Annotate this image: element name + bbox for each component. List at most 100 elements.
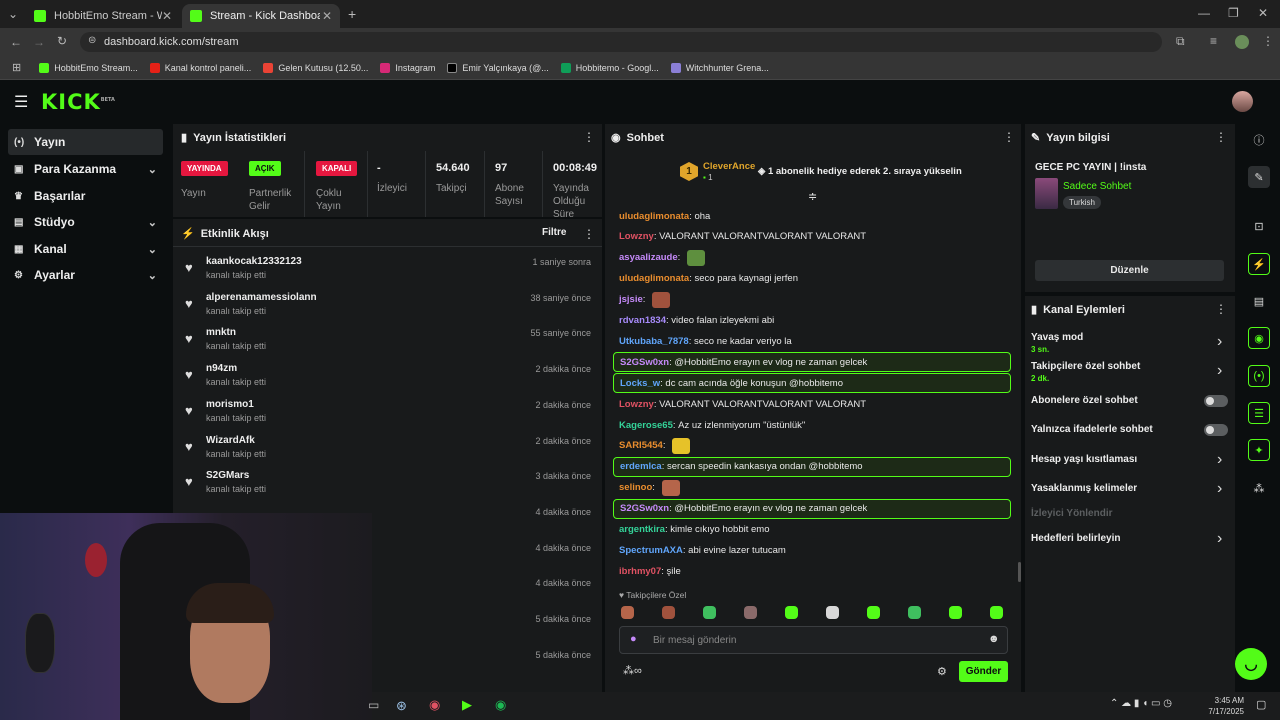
site-info-icon[interactable]: ⊜ <box>88 35 96 46</box>
sidebar-item-kanal[interactable]: ▦ Kanal ⌄ <box>8 236 163 262</box>
category-link[interactable]: Sadece Sohbet <box>1063 181 1131 192</box>
activity-username[interactable]: WizardAfk <box>206 435 255 446</box>
broadcast-icon[interactable]: (•) <box>1248 365 1270 387</box>
channel-action-item[interactable]: Yalnızca ifadelerle sohbet <box>1031 424 1153 435</box>
activity-username[interactable]: mnktn <box>206 327 236 338</box>
chat-username[interactable]: SpectrumAXA <box>619 545 683 556</box>
chat-settings-gear-icon[interactable]: ⚙ <box>937 665 947 678</box>
chat-username[interactable]: jsjsie <box>619 294 643 305</box>
bookmark-item[interactable]: Kanal kontrol paneli... <box>149 62 251 73</box>
hamburger-menu-icon[interactable]: ☰ <box>14 92 28 112</box>
apps-grid-icon[interactable]: ⊞ <box>12 61 21 74</box>
bookmark-item[interactable]: Witchhunter Grena... <box>670 62 769 73</box>
category-thumbnail[interactable] <box>1035 178 1058 209</box>
channel-action-item[interactable]: Yasaklanmış kelimeler <box>1031 483 1137 494</box>
info-icon[interactable]: ⓘ <box>1248 129 1270 151</box>
pinned-username[interactable]: CleverAnce <box>703 161 755 172</box>
layout-icon[interactable]: ☰ <box>1248 402 1270 424</box>
emote-icon[interactable] <box>785 606 798 619</box>
chat-username[interactable]: S2GSw0xn <box>620 357 669 368</box>
activity-username[interactable]: kaankocak12332123 <box>206 256 302 267</box>
tab-search-icon[interactable]: ⌄ <box>8 7 18 21</box>
document-icon[interactable]: ▤ <box>1248 290 1270 312</box>
restore-icon[interactable]: ❐ <box>1228 6 1239 20</box>
emote-icon[interactable] <box>990 606 1003 619</box>
reload-icon[interactable]: ↻ <box>57 34 67 48</box>
bookmark-item[interactable]: Emir Yalçınkaya (@... <box>447 62 549 73</box>
channel-actions-menu-icon[interactable]: ⋮ <box>1215 302 1227 316</box>
activity-username[interactable]: S2GMars <box>206 470 249 481</box>
chat-input[interactable]: ● Bir mesaj gönderin ☻ <box>619 626 1008 654</box>
chat-username[interactable]: Utkubaba_7878 <box>619 336 689 347</box>
menu-icon[interactable]: ⋮ <box>1262 34 1274 48</box>
sidebar-item-para-kazanma[interactable]: ▣ Para Kazanma ⌄ <box>8 156 163 182</box>
bookmark-item[interactable]: Gelen Kutusu (12.50... <box>263 62 368 73</box>
file-explorer-icon[interactable]: ▭ <box>368 698 379 712</box>
chat-scrollbar[interactable] <box>1018 562 1021 582</box>
media-icon[interactable]: ≡ <box>1210 34 1217 48</box>
chat-username[interactable]: Locks_w <box>620 378 660 389</box>
chat-username[interactable]: Lowzny <box>619 399 654 410</box>
url-input[interactable]: ⊜ dashboard.kick.com/stream <box>80 32 1162 52</box>
extensions-icon[interactable]: ⧉ <box>1176 34 1185 49</box>
emote-icon[interactable] <box>744 606 757 619</box>
tray-icons[interactable]: ⌃ ☁ ▮ ◖ ▭ ◷ <box>1110 698 1172 709</box>
toggle-switch[interactable] <box>1204 424 1228 436</box>
spotify-icon[interactable]: ◉ <box>495 697 506 713</box>
expand-pinned-icon[interactable]: ≑ <box>808 190 817 203</box>
chat-username[interactable]: S2GSw0xn <box>620 503 669 514</box>
bookmark-item[interactable]: HobbitEmo Stream... <box>39 62 138 73</box>
send-button[interactable]: Gönder <box>959 661 1008 682</box>
chat-username[interactable]: asyaalizaude <box>619 252 678 263</box>
chevron-right-icon[interactable]: › <box>1217 531 1222 547</box>
screen-icon[interactable]: ⊡ <box>1248 215 1270 237</box>
channel-action-item[interactable]: Hesap yaşı kısıtlaması <box>1031 454 1137 465</box>
activity-username[interactable]: n94zm <box>206 363 237 374</box>
sidebar-item-basarilar[interactable]: ♛ Başarılar <box>8 183 163 209</box>
emote-icon[interactable] <box>826 606 839 619</box>
kick-app-icon[interactable]: ▶ <box>462 697 472 713</box>
sidebar-item-yayin[interactable]: (•) Yayın <box>8 129 163 155</box>
emoji-picker-icon[interactable]: ☻ <box>988 633 1000 645</box>
chevron-right-icon[interactable]: › <box>1217 452 1222 468</box>
forward-icon[interactable]: → <box>33 35 45 49</box>
channel-action-item[interactable]: Takipçilere özel sohbet 2 dk. <box>1031 361 1140 383</box>
sidebar-item-studyo[interactable]: ▤ Stüdyo ⌄ <box>8 209 163 235</box>
chat-username[interactable]: erdemlca <box>620 461 662 472</box>
kick-logo[interactable]: KICKBETA <box>41 90 115 114</box>
chat-menu-icon[interactable]: ⋮ <box>1003 130 1015 144</box>
chat-username[interactable]: ibrhmy07 <box>619 566 661 577</box>
chat-username[interactable]: uludaglimonata <box>619 273 689 284</box>
activity-username[interactable]: morismo1 <box>206 399 254 410</box>
channel-action-item[interactable]: Hedefleri belirleyin <box>1031 533 1120 544</box>
emote-icon[interactable] <box>949 606 962 619</box>
microphone-icon[interactable]: ● <box>630 633 637 645</box>
lightning-icon[interactable]: ⚡ <box>1248 253 1270 275</box>
user-avatar[interactable] <box>1232 91 1253 112</box>
bookmark-item[interactable]: Hobbitemo - Googl... <box>560 62 659 73</box>
chat-username[interactable]: argentkira <box>619 524 665 535</box>
chat-username[interactable]: uludaglimonata <box>619 211 689 222</box>
chat-username[interactable]: Lowzny <box>619 231 654 242</box>
bookmark-item[interactable]: Instagram <box>380 62 435 73</box>
minimize-icon[interactable]: — <box>1198 6 1210 20</box>
chevron-right-icon[interactable]: › <box>1217 481 1222 497</box>
chevron-right-icon[interactable]: › <box>1217 363 1222 379</box>
support-headset-icon[interactable]: ◡ <box>1235 648 1267 680</box>
emote-icon[interactable] <box>621 606 634 619</box>
emote-icon[interactable] <box>662 606 675 619</box>
activity-username[interactable]: alperenamamessiolann <box>206 292 317 303</box>
back-icon[interactable]: ← <box>10 35 22 49</box>
chat-icon[interactable]: ◉ <box>1248 327 1270 349</box>
wrench-icon[interactable]: ✦ <box>1248 439 1270 461</box>
activity-menu-icon[interactable]: ⋮ <box>583 227 595 241</box>
browser-tab-watch[interactable]: HobbitEmo Stream - Watch Live ✕ <box>26 4 180 28</box>
emote-icon[interactable] <box>703 606 716 619</box>
obs-icon[interactable]: ◉ <box>429 697 440 713</box>
chevron-right-icon[interactable]: › <box>1217 334 1222 350</box>
browser-tab-dashboard[interactable]: Stream - Kick Dashboard ✕ <box>182 4 340 28</box>
chat-username[interactable]: Kagerose65 <box>619 420 673 431</box>
chat-username[interactable]: rdvan1834 <box>619 315 666 326</box>
profile-avatar[interactable] <box>1235 35 1249 49</box>
chat-tools-icon[interactable]: ⁂∞ <box>623 664 642 677</box>
